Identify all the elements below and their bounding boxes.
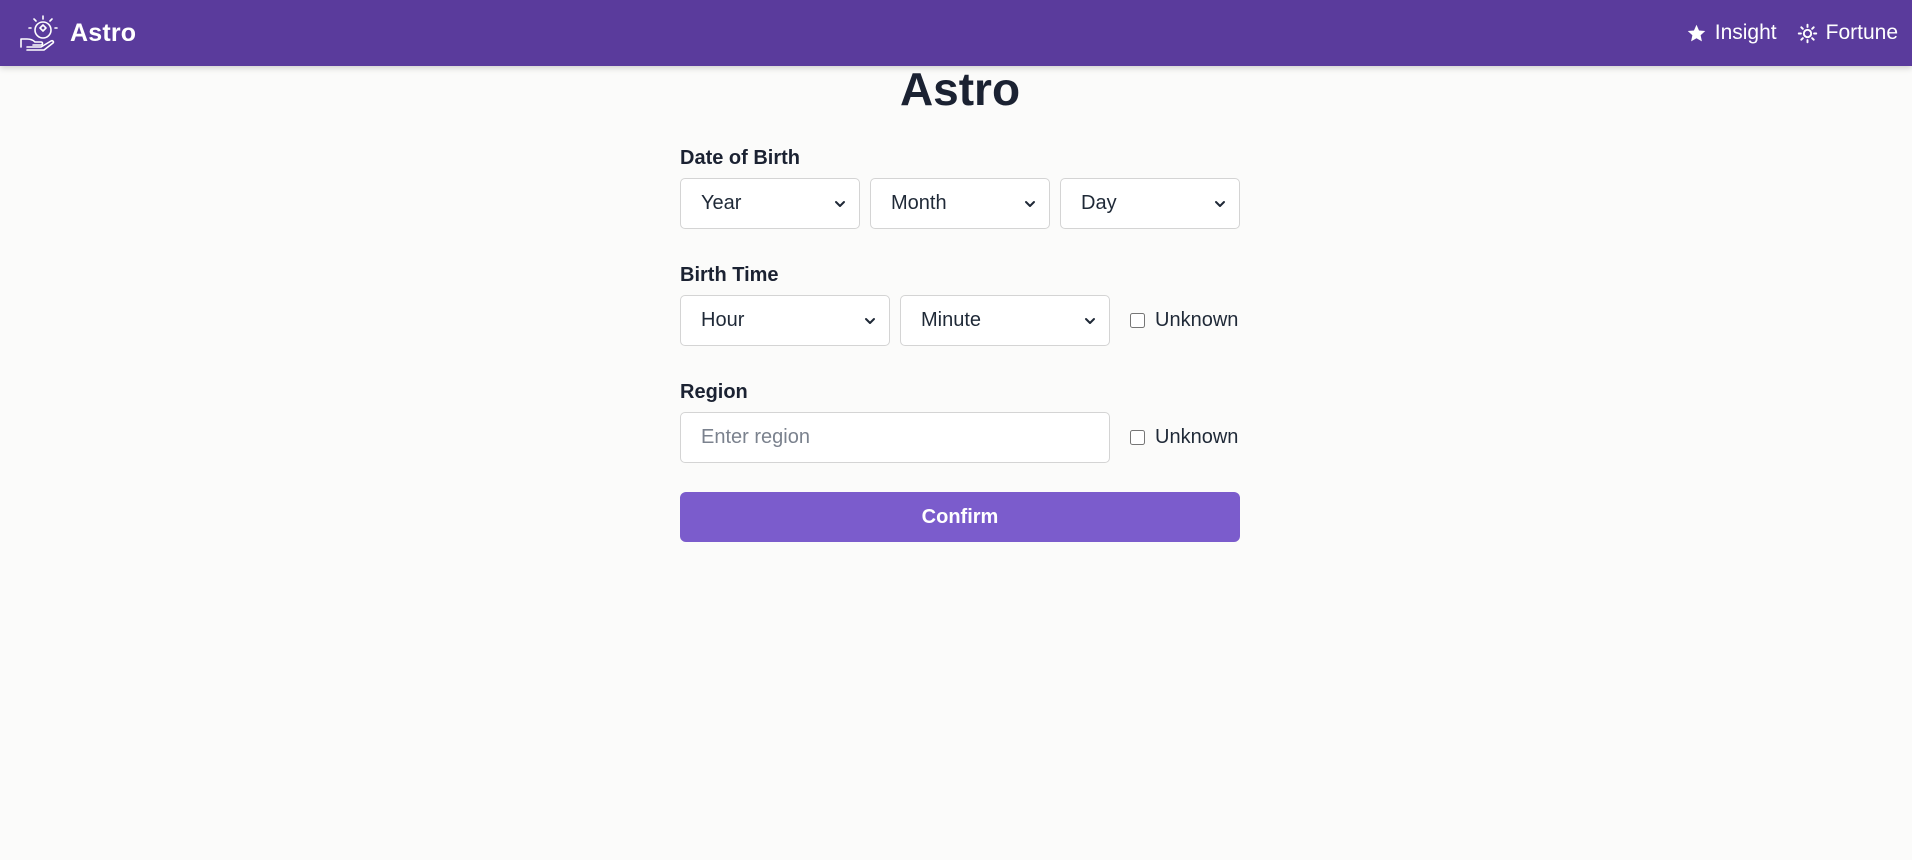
hour-select[interactable]: Hour bbox=[680, 295, 890, 346]
chevron-down-icon bbox=[1215, 200, 1225, 207]
nav-link-insight[interactable]: Insight bbox=[1686, 21, 1777, 45]
chevron-down-icon bbox=[1025, 200, 1035, 207]
time-unknown-checkbox-input[interactable] bbox=[1130, 313, 1145, 328]
region-row: Unknown bbox=[680, 412, 1240, 463]
time-unknown-label: Unknown bbox=[1155, 309, 1239, 331]
minute-select-value: Minute bbox=[921, 309, 982, 331]
confirm-button[interactable]: Confirm bbox=[680, 492, 1240, 542]
month-select[interactable]: Month bbox=[870, 178, 1050, 229]
date-of-birth-row: Year Month Day bbox=[680, 178, 1240, 229]
year-select-value: Year bbox=[701, 192, 742, 214]
nav-link-label: Fortune bbox=[1825, 21, 1898, 44]
birth-info-form: Date of Birth Year Month Day Birth Time … bbox=[680, 146, 1240, 542]
date-of-birth-label: Date of Birth bbox=[680, 147, 800, 169]
brand-link[interactable]: Astro bbox=[18, 13, 136, 53]
crystal-ball-hand-logo-icon bbox=[20, 15, 58, 51]
region-input[interactable] bbox=[680, 412, 1110, 463]
nav-link-fortune[interactable]: Fortune bbox=[1797, 21, 1898, 45]
chevron-down-icon bbox=[865, 317, 875, 324]
minute-select[interactable]: Minute bbox=[900, 295, 1110, 346]
page-title: Astro bbox=[899, 63, 1021, 115]
year-select[interactable]: Year bbox=[680, 178, 860, 229]
day-select-value: Day bbox=[1081, 192, 1117, 214]
region-label: Region bbox=[680, 381, 748, 403]
region-unknown-label: Unknown bbox=[1155, 426, 1239, 448]
brand-name: Astro bbox=[70, 18, 137, 47]
birth-time-label: Birth Time bbox=[680, 264, 779, 286]
day-select[interactable]: Day bbox=[1060, 178, 1240, 229]
birth-time-row: Hour Minute Unknown bbox=[680, 295, 1240, 346]
chevron-down-icon bbox=[835, 200, 845, 207]
sun-icon bbox=[1797, 23, 1817, 43]
region-unknown-checkbox-input[interactable] bbox=[1130, 430, 1145, 445]
chevron-down-icon bbox=[1085, 317, 1095, 324]
top-navbar: Astro Insight Fortune bbox=[0, 0, 1912, 66]
hour-select-value: Hour bbox=[701, 309, 745, 331]
star-icon bbox=[1687, 24, 1705, 41]
month-select-value: Month bbox=[891, 192, 947, 214]
time-unknown-checkbox[interactable]: Unknown bbox=[1130, 309, 1238, 332]
region-unknown-checkbox[interactable]: Unknown bbox=[1130, 426, 1238, 449]
nav-links: Insight Fortune bbox=[1686, 21, 1898, 45]
nav-link-label: Insight bbox=[1714, 21, 1777, 44]
